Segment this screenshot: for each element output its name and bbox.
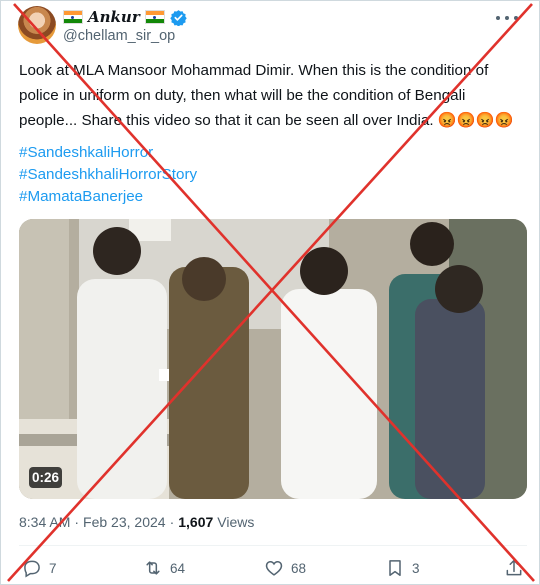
author-name[interactable]: Ankur [88, 8, 140, 26]
like-count: 68 [291, 560, 307, 576]
avatar[interactable] [18, 6, 56, 44]
action-bar: 7 64 68 3 [0, 555, 540, 581]
hashtag-list: #SandeshkaliHorror #SandeshkhaliHorrorSt… [19, 142, 197, 208]
views-label: Views [217, 514, 255, 530]
hashtag-link[interactable]: #MamataBanerjee [19, 186, 197, 208]
views-count: 1,607 [178, 514, 214, 530]
reply-icon [24, 560, 40, 578]
india-flag-icon [63, 10, 83, 24]
repost-button[interactable]: 64 [143, 555, 185, 581]
bookmark-button[interactable]: 3 [385, 555, 420, 581]
repost-count: 64 [170, 560, 186, 576]
repost-icon [146, 561, 160, 575]
reply-button[interactable]: 7 [22, 555, 57, 581]
hashtag-link[interactable]: #SandeshkhaliHorrorStory [19, 164, 197, 186]
tweet-meta: 8:34 AM · Feb 23, 2024 · 1,607 Views [19, 514, 254, 530]
meta-separator: · [74, 514, 80, 530]
author-name-row[interactable]: Ankur [63, 8, 187, 26]
reply-count: 7 [49, 560, 57, 576]
divider [19, 545, 527, 546]
bookmark-icon [389, 560, 401, 576]
tweet-date[interactable]: Feb 23, 2024 [83, 514, 166, 530]
share-button[interactable] [504, 555, 524, 581]
author-handle[interactable]: @chellam_sir_op [63, 28, 175, 44]
india-flag-icon [144, 10, 165, 24]
meta-separator: · [169, 514, 175, 530]
like-icon [265, 560, 283, 576]
more-icon[interactable] [496, 16, 518, 22]
tweet-time[interactable]: 8:34 AM [19, 514, 70, 530]
video-player[interactable] [19, 219, 527, 499]
like-button[interactable]: 68 [264, 555, 306, 581]
share-icon [506, 559, 522, 576]
tweet-text: Look at MLA Mansoor Mohammad Dimir. When… [19, 62, 514, 129]
video-duration: 0:26 [29, 467, 62, 488]
bookmark-count: 3 [412, 560, 420, 576]
video-frame [19, 219, 527, 499]
hashtag-link[interactable]: #SandeshkaliHorror [19, 142, 197, 164]
verified-badge-icon [170, 9, 187, 26]
